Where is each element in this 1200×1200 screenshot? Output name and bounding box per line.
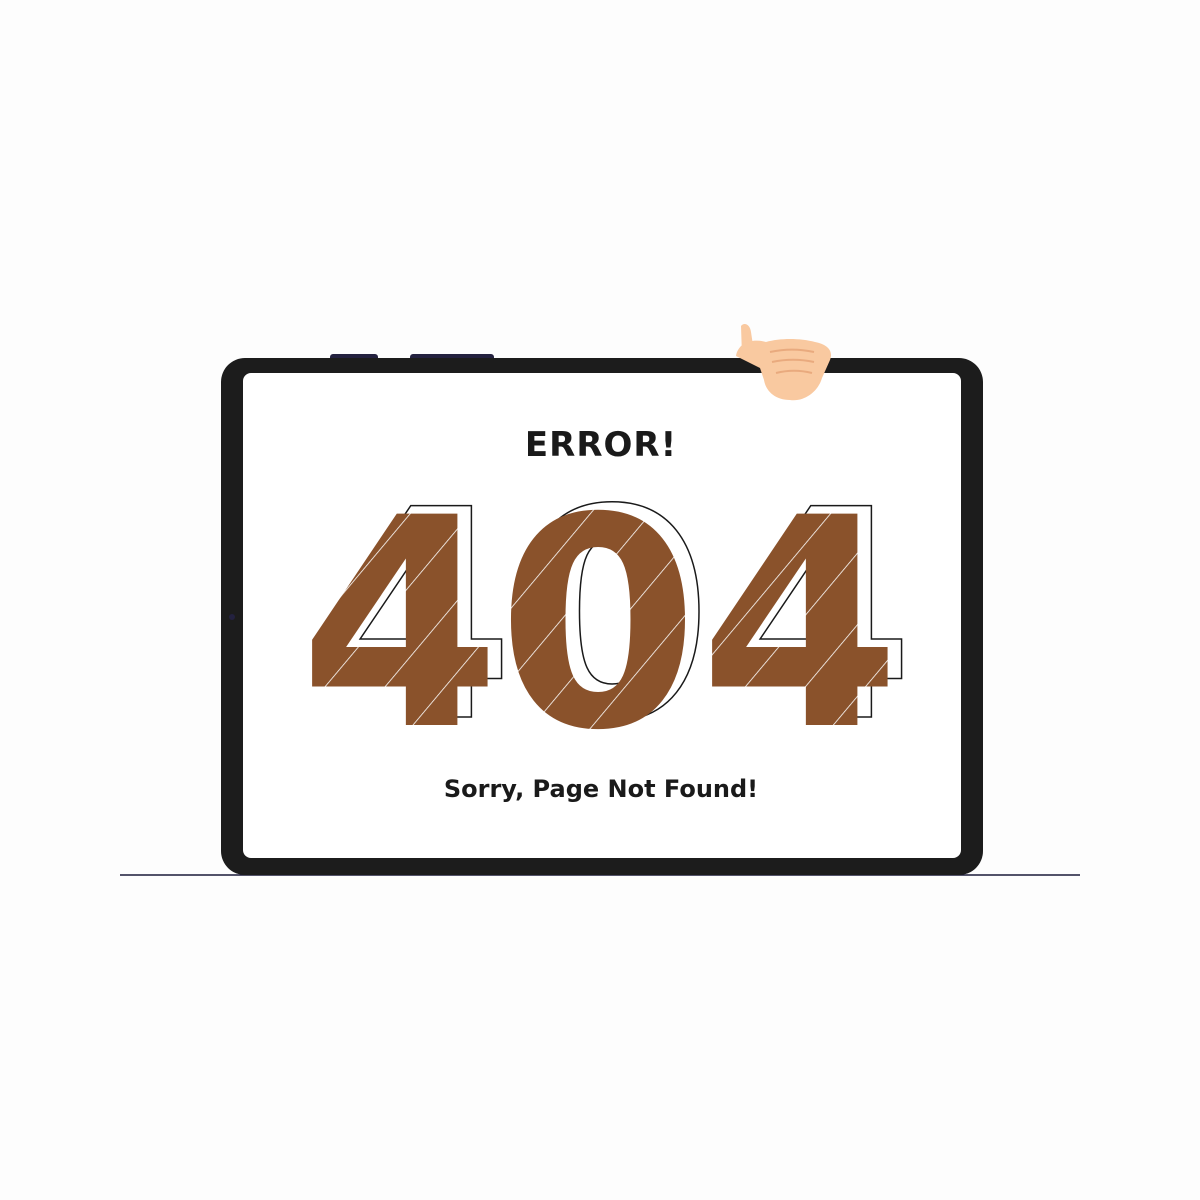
tablet-camera bbox=[229, 614, 235, 620]
digit-4-right: 4 bbox=[699, 457, 901, 794]
error-code: 4 0 4 bbox=[299, 457, 901, 794]
digit-4-left: 4 bbox=[299, 457, 501, 794]
digit-0: 0 bbox=[497, 457, 699, 794]
error-404-illustration: ERROR! 4 0 4 4 0 4 Sorry, Page Not Found… bbox=[0, 0, 1200, 1200]
error-message: Sorry, Page Not Found! bbox=[444, 775, 758, 803]
